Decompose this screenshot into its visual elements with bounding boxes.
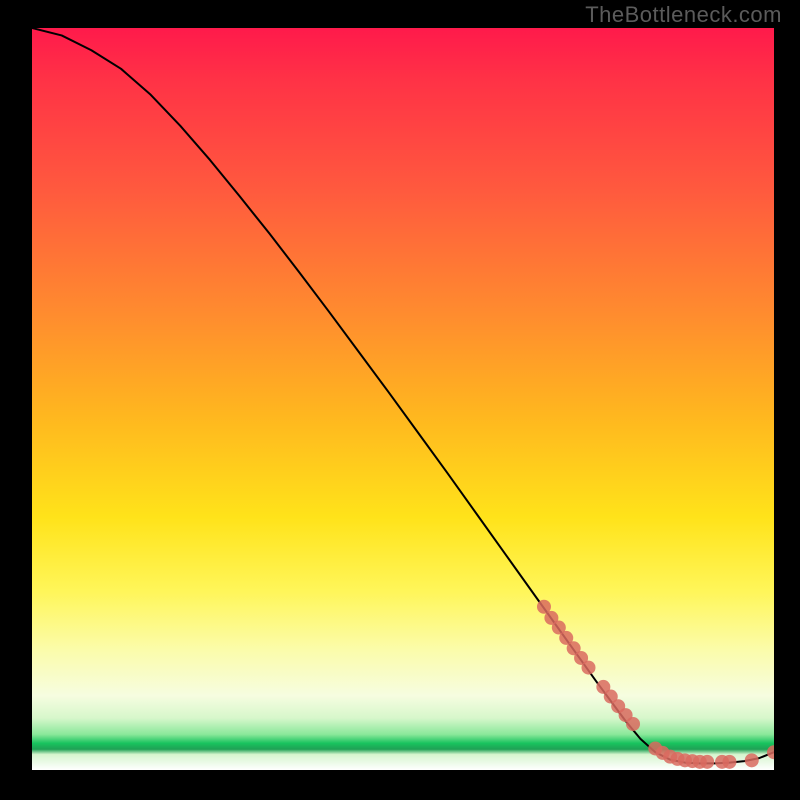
marker-point [582,661,596,675]
marker-point [722,755,736,769]
marker-point [767,745,774,759]
chart-curve [32,28,774,763]
chart-frame: TheBottleneck.com [0,0,800,800]
marker-point [745,753,759,767]
chart-markers [537,600,774,769]
watermark-text: TheBottleneck.com [585,2,782,28]
marker-point [700,755,714,769]
chart-svg [32,28,774,770]
marker-point [626,717,640,731]
